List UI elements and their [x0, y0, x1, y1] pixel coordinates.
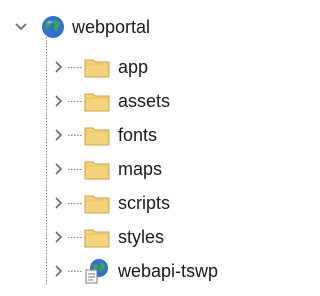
chevron-right-icon[interactable] — [52, 60, 66, 74]
folder-icon — [84, 158, 110, 185]
folder-icon — [84, 226, 110, 253]
folder-icon — [84, 56, 110, 83]
tree-node-maps[interactable]: maps — [0, 152, 230, 186]
tree-node-scripts[interactable]: scripts — [0, 186, 230, 220]
folder-icon — [84, 90, 110, 117]
tree-guide-branch — [68, 237, 82, 238]
chevron-right-icon[interactable] — [52, 196, 66, 210]
chevron-right-icon[interactable] — [52, 162, 66, 176]
tree-node-label: assets — [118, 91, 171, 111]
chevron-down-icon[interactable] — [14, 20, 28, 34]
tree-guide-branch — [68, 135, 82, 136]
tree-node-label: styles — [118, 227, 165, 247]
tree-guide-branch — [68, 271, 82, 272]
tree-node-webapi-tswp[interactable]: webapi-tswp — [0, 254, 260, 288]
tree-node-label: maps — [118, 159, 163, 179]
tree-node-app[interactable]: app — [0, 50, 230, 84]
tree-node-label: webapi-tswp — [118, 261, 219, 281]
globe-icon — [40, 14, 66, 45]
tree-node-label: webportal — [72, 17, 151, 37]
chevron-right-icon[interactable] — [52, 94, 66, 108]
chevron-right-icon[interactable] — [52, 264, 66, 278]
tree-node-styles[interactable]: styles — [0, 220, 230, 254]
tree-node-label: scripts — [118, 193, 171, 213]
folder-icon — [84, 192, 110, 219]
folder-icon — [84, 124, 110, 151]
chevron-right-icon[interactable] — [52, 230, 66, 244]
web-project-icon — [84, 258, 110, 289]
tree-guide-branch — [68, 169, 82, 170]
chevron-right-icon[interactable] — [52, 128, 66, 142]
tree-node-assets[interactable]: assets — [0, 84, 230, 118]
tree-node-label: app — [118, 57, 149, 77]
tree-node-webportal[interactable]: webportal — [0, 10, 230, 44]
tree-node-fonts[interactable]: fonts — [0, 118, 230, 152]
tree-guide-branch — [68, 101, 82, 102]
tree-guide-branch — [68, 67, 82, 68]
tree-guide-branch — [68, 203, 82, 204]
solution-tree: webportal app assets fonts maps scripts … — [0, 0, 267, 296]
tree-node-label: fonts — [118, 125, 158, 145]
